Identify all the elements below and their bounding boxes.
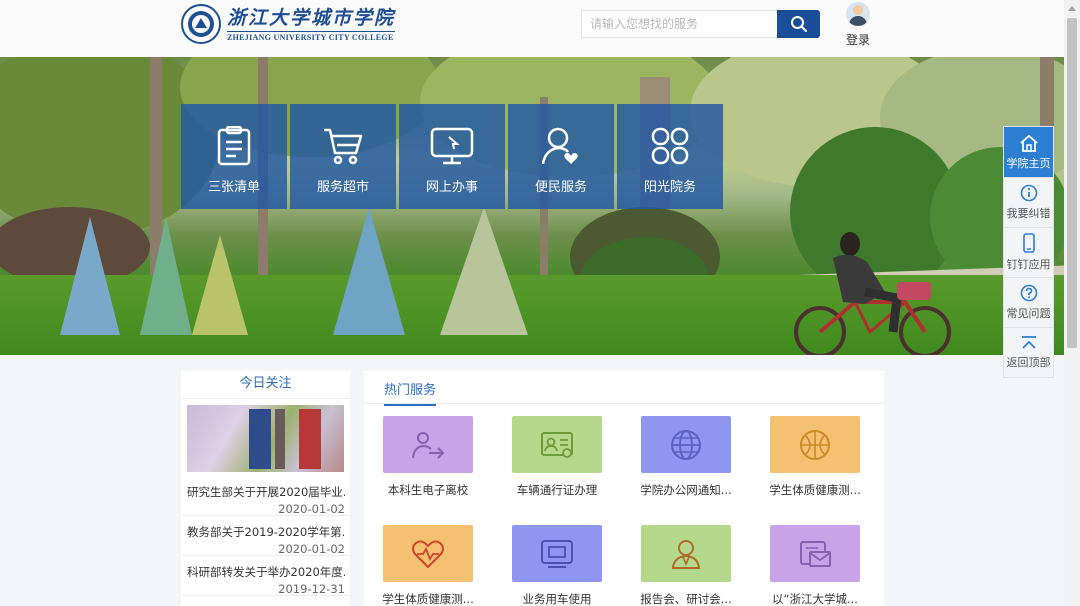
login-button[interactable]: 登录 bbox=[840, 2, 876, 48]
service-icon bbox=[770, 416, 860, 473]
service-label: 本科生电子离校 bbox=[387, 483, 469, 497]
service-item[interactable]: 业务用车使用 bbox=[502, 525, 612, 606]
service-icon bbox=[641, 416, 731, 473]
nav-college-home[interactable]: 学院主页 bbox=[1004, 127, 1053, 177]
scroll-up-arrow-icon[interactable] bbox=[1064, 0, 1080, 16]
tile-sunshine-affairs[interactable]: 阳光院务 bbox=[617, 104, 723, 209]
search-box bbox=[581, 10, 778, 38]
tile-label: 三张清单 bbox=[207, 180, 260, 195]
news-title: 科研部转发关于举办2020年度... bbox=[187, 565, 345, 579]
nav-label: 我要纠错 bbox=[1006, 207, 1051, 220]
home-icon bbox=[1019, 134, 1038, 152]
nav-report-error[interactable]: 我要纠错 bbox=[1004, 177, 1053, 227]
news-date: 2019-12-31 bbox=[278, 582, 345, 596]
user-heart-icon bbox=[541, 127, 578, 165]
tile-label: 便民服务 bbox=[534, 180, 587, 195]
news-item[interactable]: 科研部转发关于举办2020年度... 2019-12-31 bbox=[181, 556, 350, 596]
tile-three-lists[interactable]: 三张清单 bbox=[181, 104, 287, 209]
college-emblem-icon bbox=[181, 4, 221, 44]
service-icon bbox=[641, 525, 731, 582]
service-item[interactable]: 以“浙江大学城... bbox=[760, 525, 870, 606]
news-item[interactable]: 研究生部关于开展2020届毕业... 2020-01-02 bbox=[181, 476, 350, 516]
phone-icon bbox=[1022, 233, 1035, 253]
quick-service-tiles: 三张清单 服务超市 网上办事 便民服务 阳光院务 bbox=[181, 104, 723, 209]
person-icon bbox=[671, 539, 701, 569]
nav-dingtalk-app[interactable]: 钉钉应用 bbox=[1004, 227, 1053, 277]
avatar bbox=[846, 2, 870, 26]
nav-faq[interactable]: 常见问题 bbox=[1004, 277, 1053, 327]
nav-back-to-top[interactable]: 返回顶部 bbox=[1004, 327, 1053, 377]
today-focus-panel: 今日关注 研究生部关于开展2020届毕业... 2020-01-02 教务部关于… bbox=[181, 371, 350, 606]
service-icon bbox=[770, 525, 860, 582]
heart-pulse-icon bbox=[412, 540, 444, 568]
service-icon bbox=[383, 525, 473, 582]
cart-icon bbox=[324, 128, 363, 165]
news-title: 教务部关于2019-2020学年第... bbox=[187, 525, 345, 539]
service-item[interactable]: 报告会、研讨会... bbox=[631, 525, 741, 606]
header: 浙江大学城市学院 ZHEJIANG UNIVERSITY CITY COLLEG… bbox=[0, 0, 1080, 57]
tile-label: 网上办事 bbox=[425, 180, 478, 195]
logo-english-name: ZHEJIANG UNIVERSITY CITY COLLEGE bbox=[227, 30, 396, 42]
tile-label: 阳光院务 bbox=[643, 180, 696, 195]
search-icon bbox=[790, 16, 807, 32]
service-item[interactable]: 车辆通行证办理 bbox=[502, 416, 612, 498]
info-icon bbox=[1020, 184, 1037, 202]
search-button[interactable] bbox=[777, 10, 820, 38]
service-label: 以“浙江大学城... bbox=[772, 592, 858, 606]
service-label: 学院办公网通知... bbox=[640, 483, 732, 497]
news-date: 2020-01-02 bbox=[278, 502, 345, 516]
floating-side-nav: 学院主页 我要纠错 钉钉应用 常见问题 返回顶部 bbox=[1003, 126, 1054, 378]
service-label: 学生体质健康测... bbox=[769, 483, 861, 497]
today-focus-image[interactable] bbox=[187, 405, 344, 472]
service-label: 车辆通行证办理 bbox=[516, 483, 598, 497]
monitor-box-icon bbox=[541, 539, 573, 568]
hot-services-panel: 热门服务 本科生电子离校 车辆通行证办理 学院办公网通知... 学生体质健康测.… bbox=[364, 371, 884, 606]
service-item[interactable]: 本科生电子离校 bbox=[373, 416, 483, 498]
news-date: 2020-01-02 bbox=[278, 542, 345, 556]
tile-service-market[interactable]: 服务超市 bbox=[290, 104, 396, 209]
tile-convenience-services[interactable]: 便民服务 bbox=[508, 104, 614, 209]
search-input[interactable] bbox=[582, 11, 778, 37]
service-item[interactable]: 学院办公网通知... bbox=[631, 416, 741, 498]
news-item[interactable]: 教务部关于2019-2020学年第... 2020-01-02 bbox=[181, 516, 350, 556]
service-label: 报告会、研讨会... bbox=[640, 592, 732, 606]
tile-online-affairs[interactable]: 网上办事 bbox=[399, 104, 505, 209]
question-icon bbox=[1020, 284, 1037, 302]
service-item[interactable]: 学生体质健康测... bbox=[760, 416, 870, 498]
service-label: 学生体质健康测... bbox=[382, 592, 474, 606]
logo-chinese-name: 浙江大学城市学院 bbox=[227, 6, 396, 29]
college-logo[interactable]: 浙江大学城市学院 ZHEJIANG UNIVERSITY CITY COLLEG… bbox=[181, 4, 396, 44]
service-icon bbox=[383, 416, 473, 473]
monitor-icon bbox=[430, 127, 474, 165]
back-to-top-icon bbox=[1021, 336, 1036, 349]
page-scrollbar[interactable] bbox=[1064, 0, 1080, 606]
nav-label: 常见问题 bbox=[1006, 307, 1051, 320]
tile-label: 服务超市 bbox=[316, 180, 369, 195]
login-label: 登录 bbox=[845, 33, 870, 47]
service-label: 业务用车使用 bbox=[522, 592, 592, 606]
exit-icon bbox=[412, 431, 445, 459]
clover-icon bbox=[651, 127, 689, 165]
basketball-icon bbox=[800, 429, 830, 460]
news-title: 研究生部关于开展2020届毕业... bbox=[187, 485, 345, 499]
scrollbar-thumb[interactable] bbox=[1067, 18, 1077, 348]
nav-label: 钉钉应用 bbox=[1006, 258, 1051, 271]
nav-label: 返回顶部 bbox=[1006, 356, 1051, 369]
clipboard-icon bbox=[217, 126, 251, 166]
service-icon bbox=[512, 525, 602, 582]
globe-icon bbox=[671, 429, 701, 460]
mail-icon bbox=[800, 540, 831, 567]
hot-services-header: 热门服务 bbox=[364, 371, 884, 406]
service-icon bbox=[512, 416, 602, 473]
service-item[interactable]: 学生体质健康测... bbox=[373, 525, 483, 606]
nav-label: 学院主页 bbox=[1006, 156, 1051, 170]
id-card-icon bbox=[541, 431, 573, 458]
hot-services-tab[interactable]: 热门服务 bbox=[384, 379, 437, 406]
today-focus-title: 今日关注 bbox=[181, 371, 350, 399]
